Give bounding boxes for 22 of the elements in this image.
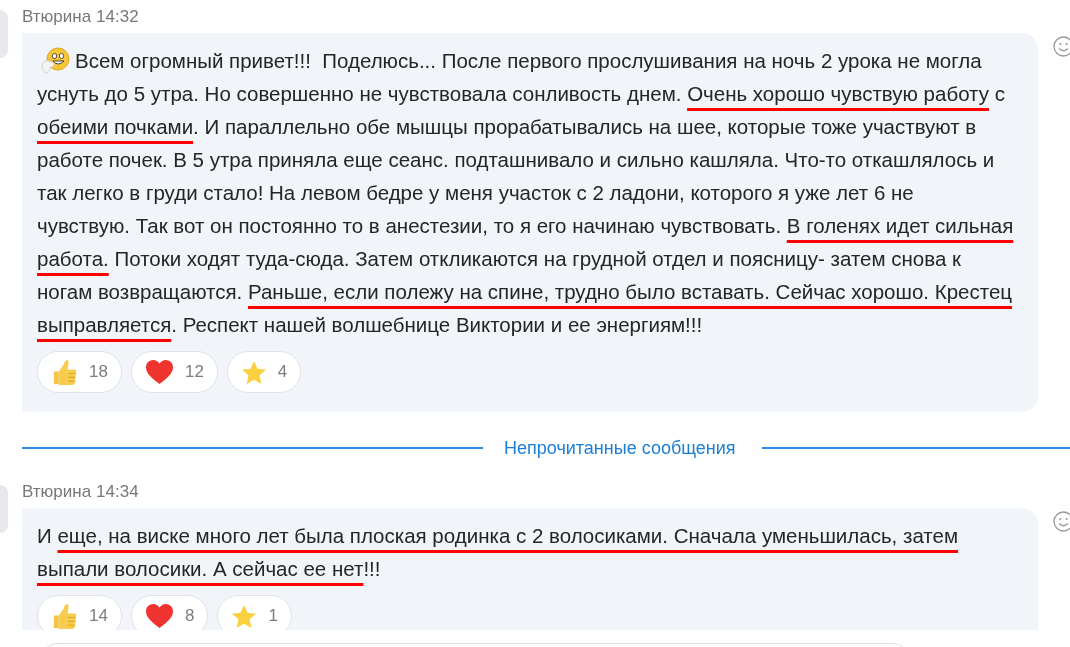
sender-name: Втюрина	[22, 481, 92, 504]
reaction-button[interactable]: 4	[226, 351, 302, 393]
thumbs-up-icon	[51, 358, 78, 386]
reaction-button[interactable]: 14	[37, 595, 122, 630]
reaction-button[interactable]: 8	[130, 595, 209, 630]
message-text: И еще, на виске много лет была плоская родинка с 2 волосиками. Сначала уменьшилась, затем выпали волосики. А сейчас ее нет!!!	[37, 523, 959, 582]
star-icon	[240, 359, 267, 385]
heart-icon	[144, 358, 174, 386]
reaction-button[interactable]: 12	[130, 351, 218, 393]
message-text: уснуть до 5 утра. Но совершенно не чувствовала сонливость днем. Очень хорошо чувствую работу с обеими почками. И параллельно обе мышцы прорабатывались на шее, которые тоже участвуют в работе почек. В 5 утра приняла еще сеанс. подташнивало и сильно кашляла. Что-то откашлялось и так легко в груди стало! На левом бедре у меня участок с 2 ладони, которого я уже лет 6 не чувствую. Так вот он постоянно то в анестезии, то я его начинаю чувствовать. В голенях идет сильная работа. Потоки ходят туда-сюда. Затем откликаются на грудной отдел и поясницу- затем снова к ногам возвращаются. Раньше, если полежу на спине, трудно было вставать. Сейчас хорошо. Крестец выправляется. Респект нашей волшебнице Виктории и ее энергиям!!!	[37, 81, 1015, 338]
message-time: 14:34	[96, 481, 139, 504]
reaction-button[interactable]: 1	[217, 595, 292, 630]
star-icon	[231, 603, 258, 629]
unread-divider-label: Непрочитанные сообщения	[504, 436, 736, 460]
reaction-button[interactable]: 18	[37, 351, 122, 393]
add-reaction-icon[interactable]	[1053, 36, 1070, 57]
message-time: 14:32	[96, 6, 139, 29]
heart-icon	[144, 602, 174, 630]
thumbs-up-icon	[51, 602, 78, 630]
sender-name: Втюрина	[22, 6, 92, 29]
message-text: Всем огромный привет!!! Поделюсь... После первого прослушивания на ночь 2 урока не могла	[75, 48, 982, 74]
add-reaction-icon[interactable]	[1053, 511, 1070, 532]
